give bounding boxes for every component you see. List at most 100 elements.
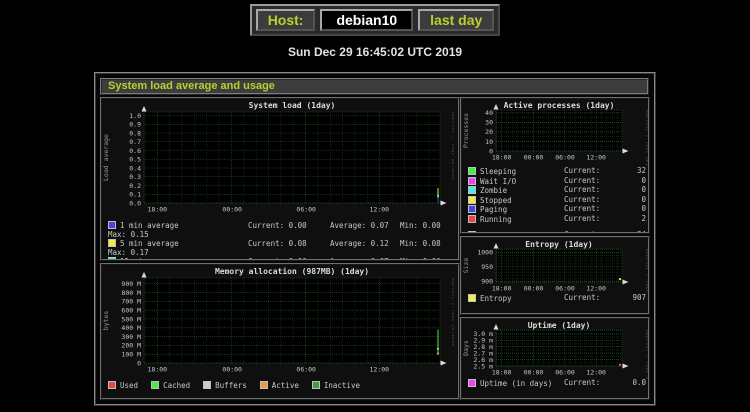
svg-text:0.1: 0.1 [129,191,141,199]
svg-text:Processes: Processes [462,113,470,148]
svg-text:12:00: 12:00 [586,369,606,377]
svg-text:900 M: 900 M [121,280,141,288]
svg-text:0.2: 0.2 [129,182,141,190]
legend-swatch [468,231,476,234]
svg-text:0.0: 0.0 [129,199,141,207]
processes-legend: SleepingCurrent:32Wait I/OCurrent:0Zombi… [462,167,648,234]
legend-swatch [468,167,476,175]
memory-panel: 0100 M200 M300 M400 M500 M600 M700 M800 … [100,263,460,400]
legend-row: 15 min averageCurrent: 0.06Average: 0.07… [108,257,458,261]
system-load-graph[interactable]: 0.00.10.20.30.40.50.60.70.80.91.018:0000… [102,99,454,221]
legend-row: PagingCurrent:0 [468,205,648,215]
svg-text:Active processes (1day): Active processes (1day) [504,100,615,110]
svg-text:0.5: 0.5 [129,156,141,164]
legend-swatch [468,177,476,185]
host-label: Host: [256,9,316,31]
legend-row: StoppedCurrent:0 [468,196,648,206]
legend-swatch [468,196,476,204]
host-value[interactable]: debian10 [320,9,413,31]
header: Host: debian10 last day Sun Dec 29 16:45… [0,0,750,59]
legend-swatch [468,294,476,302]
svg-text:600 M: 600 M [121,306,141,314]
legend-row: RunningCurrent:2 [468,215,648,225]
svg-text:Size: Size [462,258,470,274]
svg-text:12:00: 12:00 [370,206,390,214]
svg-text:950: 950 [481,263,493,271]
svg-text:RRDTOOL / TOBI OETIKER: RRDTOOL / TOBI OETIKER [451,112,454,181]
svg-text:00:00: 00:00 [524,154,544,162]
svg-text:Load average: Load average [102,134,110,181]
processes-panel: 01020304018:0000:0006:0012:00Active proc… [460,97,650,234]
svg-text:Days: Days [462,340,470,356]
legend-row: SleepingCurrent:32 [468,167,648,177]
svg-text:Entropy (1day): Entropy (1day) [525,240,592,249]
period-button[interactable]: last day [418,9,494,31]
svg-text:12:00: 12:00 [370,366,390,374]
svg-text:bytes: bytes [102,311,110,331]
legend-swatch [468,215,476,223]
svg-text:06:00: 06:00 [296,366,316,374]
svg-text:18:00: 18:00 [492,369,512,377]
uptime-legend: Uptime (in days)Current:0.0 [462,379,648,389]
legend-row: Uptime (in days)Current:0.0 [468,379,648,389]
svg-text:06:00: 06:00 [555,154,575,162]
legend-row: 1 min averageCurrent: 0.00Average: 0.07M… [108,221,458,239]
memory-graph[interactable]: 0100 M200 M300 M400 M500 M600 M700 M800 … [102,265,454,381]
uptime-graph[interactable]: 2.5 m2.6 m2.7 m2.8 m2.9 m3.0 m18:0000:00… [462,319,648,379]
svg-text:1.0: 1.0 [129,112,141,120]
entropy-graph[interactable]: 900950100018:0000:0006:0012:00Entropy (1… [462,238,648,294]
entropy-legend: EntropyCurrent:907 [462,294,648,304]
svg-text:RRDTOOL / TOBI OETIKER: RRDTOOL / TOBI OETIKER [645,249,648,294]
svg-text:20: 20 [485,128,493,136]
svg-text:00:00: 00:00 [524,285,544,293]
legend-row: 5 min averageCurrent: 0.08Average: 0.12M… [108,239,458,257]
legend-swatch [151,381,159,389]
host-bar: Host: debian10 last day [250,4,501,36]
svg-text:12:00: 12:00 [586,285,606,293]
svg-text:40: 40 [485,109,493,117]
legend-swatch [260,381,268,389]
section-title: System load average and usage [100,78,649,95]
legend-item: Cached [151,381,190,391]
legend-row: EntropyCurrent:907 [468,294,648,304]
svg-text:18:00: 18:00 [148,206,168,214]
svg-text:18:00: 18:00 [148,366,168,374]
svg-text:0.7: 0.7 [129,138,141,146]
graphs-container: System load average and usage 0.00.10.2 0… [94,72,656,406]
legend-swatch [312,381,320,389]
svg-text:System load (1day): System load (1day) [249,101,336,110]
svg-text:200 M: 200 M [121,342,141,350]
legend-item: Used [108,381,138,391]
uptime-panel: 2.5 m2.6 m2.7 m2.8 m2.9 m3.0 m18:0000:00… [460,317,650,400]
legend-swatch [468,205,476,213]
svg-text:0.6: 0.6 [129,147,141,155]
svg-text:12:00: 12:00 [586,154,606,162]
legend-swatch [108,257,116,261]
svg-text:RRDTOOL / TOBI OETIKER: RRDTOOL / TOBI OETIKER [451,278,454,347]
svg-text:Memory allocation (987MB) (1d: Memory allocation (987MB) (1day) [215,266,369,276]
legend-item: Inactive [312,381,360,391]
svg-text:400 M: 400 M [121,324,141,332]
svg-text:RRDTOOL / TOBI OETIKER: RRDTOOL / TOBI OETIKER [645,330,648,379]
svg-text:00:00: 00:00 [524,369,544,377]
svg-text:06:00: 06:00 [555,369,575,377]
svg-text:06:00: 06:00 [555,285,575,293]
legend-row: ZombieCurrent:0 [468,186,648,196]
svg-text:18:00: 18:00 [492,285,512,293]
legend-swatch [108,381,116,389]
svg-text:Uptime (1day): Uptime (1day) [528,320,591,330]
svg-text:RRDTOOL / TOBI OETIKER: RRDTOOL / TOBI OETIKER [645,110,648,167]
processes-graph[interactable]: 01020304018:0000:0006:0012:00Active proc… [462,99,648,167]
system-load-legend: 1 min averageCurrent: 0.00Average: 0.07M… [102,221,458,261]
svg-text:700 M: 700 M [121,298,141,306]
legend-swatch [108,221,116,229]
memory-legend: UsedCachedBuffersActiveInactive [102,381,458,391]
svg-text:0.8: 0.8 [129,129,141,137]
legend-item: Active [260,381,299,391]
svg-text:06:00: 06:00 [296,206,316,214]
legend-swatch [108,239,116,247]
svg-text:0: 0 [137,359,141,367]
svg-text:30: 30 [485,119,493,127]
svg-text:0.4: 0.4 [129,164,141,172]
legend-swatch [468,379,476,387]
